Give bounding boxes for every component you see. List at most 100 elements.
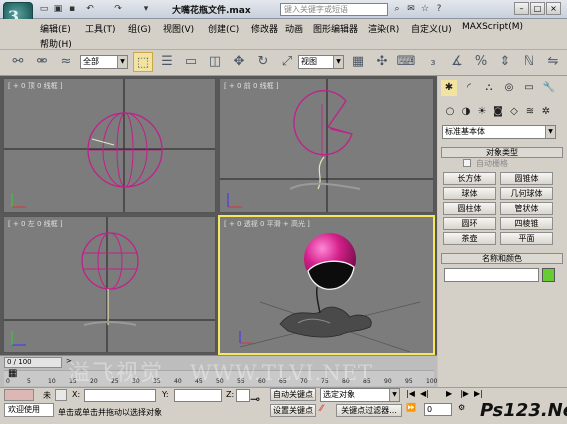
teapot-button[interactable]: 茶壶 — [443, 232, 496, 245]
viewport-left[interactable]: [ + 0 左 0 线框 ] — [3, 216, 216, 353]
key-filter-select[interactable]: 选定对象 ▼ — [320, 388, 400, 402]
torus-button[interactable]: 圆环 — [443, 217, 496, 230]
geosphere-button[interactable]: 几何球体 — [500, 187, 553, 200]
utilities-tab-icon[interactable]: 🔧 — [541, 80, 557, 96]
object-color-swatch[interactable] — [542, 268, 555, 282]
create-tab-icon[interactable]: ✱ — [441, 80, 457, 96]
select-object-icon[interactable]: ⬚ — [133, 52, 153, 72]
next-frame-icon[interactable]: |▶ — [460, 389, 472, 401]
percent-snap-icon[interactable]: % — [471, 52, 491, 72]
current-frame-input[interactable]: 0 — [424, 403, 452, 416]
minimize-button[interactable]: – — [514, 2, 529, 15]
undo-icon[interactable]: ↶ — [84, 3, 96, 15]
display-tab-icon[interactable]: ▭ — [521, 80, 537, 96]
window-crossing-icon[interactable]: ◫ — [205, 52, 225, 72]
time-slider-value: 0 / 100 — [7, 358, 32, 366]
z-coordinate-input[interactable] — [236, 389, 250, 402]
key-mode-icon[interactable]: ⁄⁄ — [320, 404, 332, 417]
name-color-rollout[interactable]: 名称和颜色 — [441, 253, 563, 264]
menu-create[interactable]: 创建(C) — [208, 22, 239, 35]
communication-icon[interactable]: ✉ — [405, 3, 417, 15]
maximize-button[interactable]: □ — [530, 2, 545, 15]
play-icon[interactable]: ▶ — [446, 389, 458, 401]
shapes-icon[interactable]: ◑ — [458, 104, 474, 120]
plane-button[interactable]: 平面 — [500, 232, 553, 245]
pyramid-button[interactable]: 四棱锥 — [500, 217, 553, 230]
autogrid-checkbox[interactable] — [463, 159, 471, 167]
tube-button[interactable]: 管状体 — [500, 202, 553, 215]
motion-tab-icon[interactable]: ◎ — [501, 80, 517, 96]
search-input[interactable]: 键入关键字或短语 — [280, 3, 388, 16]
object-type-rollout[interactable]: 对象类型 — [441, 147, 563, 158]
help-icon[interactable]: ? — [433, 3, 445, 15]
redo-icon[interactable]: ↷ — [112, 3, 124, 15]
menu-customize[interactable]: 自定义(U) — [411, 22, 452, 35]
close-button[interactable]: × — [546, 2, 561, 15]
menu-graph-editors[interactable]: 图形编辑器 — [313, 22, 358, 35]
pivot-center-icon[interactable]: ▦ — [348, 52, 368, 72]
cylinder-button[interactable]: 圆柱体 — [443, 202, 496, 215]
select-manipulate-icon[interactable]: ✣ — [372, 52, 392, 72]
menu-edit[interactable]: 编辑(E) — [40, 22, 71, 35]
open-file-icon[interactable]: ▣ — [52, 3, 64, 15]
set-key-button[interactable]: 设置关键点 — [270, 404, 316, 417]
chevron-down-icon: ▼ — [545, 126, 555, 138]
move-icon[interactable]: ✥ — [229, 52, 249, 72]
cone-button[interactable]: 圆锥体 — [500, 172, 553, 185]
bind-space-warp-icon[interactable]: ≈ — [56, 52, 76, 72]
viewport-perspective[interactable]: [ + 0 透视 0 平滑 + 高光 ] — [218, 215, 435, 355]
viewport-top[interactable]: [ + 0 顶 0 线框 ] — [3, 78, 216, 213]
viewport-front[interactable]: [ + 0 前 0 线框 ] — [219, 78, 434, 213]
search-icon[interactable]: ⌕ — [391, 3, 403, 15]
snaps-toggle-icon[interactable]: ₃ — [423, 52, 443, 72]
lights-icon[interactable]: ☀ — [474, 104, 490, 120]
reference-coordinate-select[interactable]: 视图 ▼ — [298, 55, 344, 69]
helpers-icon[interactable]: ◇ — [506, 104, 522, 120]
x-coordinate-input[interactable] — [84, 389, 156, 402]
new-file-icon[interactable]: ▭ — [38, 3, 50, 15]
rotate-icon[interactable]: ↻ — [253, 52, 273, 72]
menu-views[interactable]: 视图(V) — [163, 22, 194, 35]
go-to-start-icon[interactable]: |◀ — [406, 389, 418, 401]
hierarchy-tab-icon[interactable]: ⛬ — [481, 80, 497, 96]
prev-frame-icon[interactable]: ◀| — [420, 389, 432, 401]
unlink-icon[interactable]: ⚮ — [32, 52, 52, 72]
key-mode-toggle-icon[interactable]: ⏩ — [406, 403, 418, 415]
select-by-name-icon[interactable]: ☰ — [157, 52, 177, 72]
time-slider[interactable]: 0 / 100 — [4, 357, 62, 368]
cameras-icon[interactable]: ◙ — [490, 104, 506, 120]
menu-animation[interactable]: 动画 — [285, 22, 303, 35]
select-link-icon[interactable]: ⚯ — [8, 52, 28, 72]
lock-selection-icon[interactable] — [55, 389, 67, 401]
spacewarps-icon[interactable]: ≋ — [522, 104, 538, 120]
selection-filter-select[interactable]: 全部 ▼ — [80, 55, 128, 69]
save-icon[interactable]: ▪ — [66, 3, 78, 15]
qa-dropdown-icon[interactable]: ▾ — [140, 3, 152, 15]
maxscript-listener-mini[interactable] — [4, 389, 34, 401]
sphere-button[interactable]: 球体 — [443, 187, 496, 200]
menu-tools[interactable]: 工具(T) — [85, 22, 116, 35]
menu-maxscript[interactable]: MAXScript(M) — [462, 22, 523, 32]
object-name-input[interactable] — [444, 268, 539, 282]
mini-curve-editor-icon[interactable]: ▦ — [8, 368, 24, 380]
systems-icon[interactable]: ✲ — [538, 104, 554, 120]
category-select[interactable]: 标准基本体 ▼ — [442, 125, 556, 139]
mirror-icon[interactable]: ⇋ — [543, 52, 563, 72]
box-button[interactable]: 长方体 — [443, 172, 496, 185]
spinner-snap-icon[interactable]: ⇕ — [495, 52, 515, 72]
key-filters-button[interactable]: 关键点过滤器... — [336, 404, 402, 417]
keyboard-shortcut-icon[interactable]: ⌨ — [396, 52, 416, 72]
menu-modifiers[interactable]: 修改器 — [251, 22, 278, 35]
y-coordinate-input[interactable] — [174, 389, 222, 402]
favorites-icon[interactable]: ☆ — [419, 3, 431, 15]
auto-key-button[interactable]: 自动关键点 — [270, 388, 316, 401]
angle-snap-icon[interactable]: ∡ — [447, 52, 467, 72]
edit-named-selection-icon[interactable]: ℕ — [519, 52, 539, 72]
time-config-icon[interactable]: ⚙ — [458, 403, 470, 415]
geometry-icon[interactable]: ○ — [442, 104, 458, 120]
menu-group[interactable]: 组(G) — [128, 22, 151, 35]
rectangular-selection-icon[interactable]: ▭ — [181, 52, 201, 72]
menu-rendering[interactable]: 渲染(R) — [368, 22, 399, 35]
modify-tab-icon[interactable]: ◜ — [461, 80, 477, 96]
scale-icon[interactable]: ⤢ — [277, 52, 297, 72]
